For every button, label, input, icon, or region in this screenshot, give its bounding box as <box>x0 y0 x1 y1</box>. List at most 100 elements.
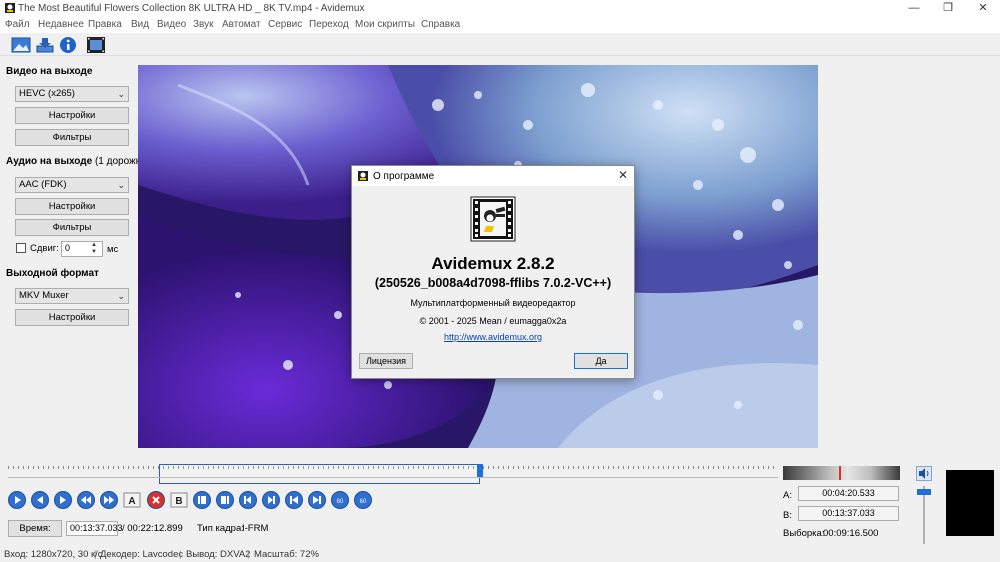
timeline-track[interactable] <box>8 477 778 478</box>
next-black-frame-icon[interactable] <box>216 491 234 509</box>
status-input: Вход: 1280x720, 30 к/с <box>4 549 103 560</box>
delete-icon[interactable] <box>147 491 165 509</box>
shift-checkbox[interactable] <box>16 243 26 253</box>
previous-keyframe-icon[interactable] <box>239 491 257 509</box>
next-frame-icon[interactable] <box>54 491 72 509</box>
marker-b-field: 00:13:37.033 <box>798 506 899 521</box>
audio-output-title: Аудио на выходе (1 дорожка) <box>6 156 149 167</box>
menu-file[interactable]: Файл <box>5 19 30 30</box>
menu-tools[interactable]: Сервис <box>268 19 302 30</box>
app-icon <box>4 2 16 14</box>
minimize-button[interactable]: — <box>897 0 931 17</box>
dialog-title: О программе <box>373 171 435 182</box>
set-marker-b-icon[interactable]: B <box>170 491 188 509</box>
previous-frame-icon[interactable] <box>31 491 49 509</box>
first-frame-icon[interactable] <box>285 491 303 509</box>
dialog-title-bar: О программе ✕ <box>352 166 634 186</box>
svg-text:60: 60 <box>360 499 367 505</box>
close-button[interactable]: ✕ <box>966 0 1000 17</box>
speaker-icon[interactable] <box>916 466 932 481</box>
marker-b-value: 00:13:37.033 <box>822 508 875 518</box>
ok-button[interactable]: Да <box>574 353 628 369</box>
title-bar: The Most Beautiful Flowers Collection 8K… <box>0 0 1000 17</box>
shift-value: 0 <box>65 243 71 253</box>
menu-recent[interactable]: Недавнее <box>38 19 84 30</box>
current-time-field[interactable]: 00:13:37.033 <box>66 521 123 536</box>
chevron-down-icon: ⌄ <box>117 291 125 301</box>
chevron-down-icon: ⌄ <box>117 89 125 99</box>
svg-text:60: 60 <box>337 499 344 505</box>
video-output-title: Видео на выходе <box>6 66 93 77</box>
video-filters-button[interactable]: Фильтры <box>15 129 129 146</box>
film-icon[interactable] <box>86 36 106 54</box>
license-button[interactable]: Лицензия <box>359 353 413 369</box>
chevron-down-icon: ⌄ <box>117 180 125 190</box>
rewind-icon[interactable] <box>77 491 95 509</box>
toolbar <box>0 34 1000 56</box>
menu-my-scripts[interactable]: Мои скрипты <box>355 19 415 30</box>
audio-filters-button[interactable]: Фильтры <box>15 219 129 236</box>
info-icon[interactable] <box>58 36 78 54</box>
shift-spinner-icon[interactable]: ▲ ▼ <box>91 242 97 256</box>
status-scale: Масштаб: 72% <box>254 549 319 560</box>
website-link[interactable]: http://www.avidemux.org <box>352 332 634 342</box>
audio-meter <box>783 466 900 480</box>
next-keyframe-icon[interactable] <box>262 491 280 509</box>
set-marker-a-icon[interactable]: A <box>123 491 141 509</box>
audio-settings-button[interactable]: Настройки <box>15 198 129 215</box>
frame-type-value: I-FRM <box>242 523 269 534</box>
svg-text:A: A <box>128 496 135 507</box>
copyright: © 2001 - 2025 Mean / eumagga0x2a <box>419 316 567 326</box>
last-frame-icon[interactable] <box>308 491 326 509</box>
open-image-icon[interactable] <box>11 36 31 54</box>
menu-auto[interactable]: Автомат <box>222 19 261 30</box>
status-decoder: Декодер: Lavcodec <box>100 549 184 560</box>
muxer-select[interactable]: MKV Muxer ⌄ <box>15 288 129 304</box>
menu-go[interactable]: Переход <box>309 19 349 30</box>
status-output: Вывод: DXVA2 <box>186 549 251 560</box>
timeline-cursor[interactable] <box>477 464 483 478</box>
muxer-settings-button[interactable]: Настройки <box>15 309 129 326</box>
video-codec-value: HEVC (x265) <box>19 88 75 99</box>
about-dialog: О программе ✕ Avidemux 2.8.2 (250526_b00… <box>351 165 635 379</box>
video-codec-select[interactable]: HEVC (x265) ⌄ <box>15 86 129 102</box>
app-description: Мультиплатформенный видеоредактор <box>410 298 576 308</box>
audio-codec-value: AAC (FDK) <box>19 179 67 190</box>
video-settings-button[interactable]: Настройки <box>15 107 129 124</box>
svg-text:B: B <box>175 496 182 507</box>
audio-output-label: Аудио на выходе <box>6 156 93 167</box>
current-time-value: 00:13:37.033 <box>70 523 123 533</box>
previous-black-frame-icon[interactable] <box>193 491 211 509</box>
menu-help[interactable]: Справка <box>421 19 460 30</box>
menu-audio[interactable]: Звук <box>193 19 214 30</box>
shift-unit: мс <box>107 244 119 255</box>
menu-view[interactable]: Вид <box>131 19 149 30</box>
app-version-title: Avidemux 2.8.2 <box>431 254 555 273</box>
audio-meter-marker <box>839 466 841 480</box>
menu-edit[interactable]: Правка <box>88 19 122 30</box>
dialog-close-icon[interactable]: ✕ <box>618 168 628 182</box>
mini-preview <box>946 470 994 536</box>
save-icon[interactable] <box>35 36 55 54</box>
audio-codec-select[interactable]: AAC (FDK) ⌄ <box>15 177 129 193</box>
marker-b-label: B: <box>783 510 792 521</box>
play-icon[interactable] <box>8 491 26 509</box>
maximize-button[interactable]: ❐ <box>931 0 965 17</box>
forward-icon[interactable] <box>100 491 118 509</box>
marker-a-value: 00:04:20.533 <box>822 488 875 498</box>
volume-slider-thumb[interactable] <box>917 488 931 495</box>
app-icon <box>357 170 369 182</box>
status-separator: | <box>94 549 97 560</box>
menu-bar: Файл Недавнее Правка Вид Видео Звук Авто… <box>0 17 1000 33</box>
marker-a-label: A: <box>783 490 792 501</box>
timeline-selection <box>158 464 480 484</box>
output-format-title: Выходной формат <box>6 268 99 279</box>
back-60s-icon[interactable]: 60 <box>331 491 349 509</box>
selection-duration-label: Выборка: <box>783 528 825 539</box>
marker-a-field: 00:04:20.533 <box>798 486 899 501</box>
status-separator: | <box>247 549 250 560</box>
muxer-value: MKV Muxer <box>19 290 69 301</box>
menu-video[interactable]: Видео <box>157 19 186 30</box>
forward-60s-icon[interactable]: 60 <box>354 491 372 509</box>
time-button[interactable]: Время: <box>8 520 62 537</box>
